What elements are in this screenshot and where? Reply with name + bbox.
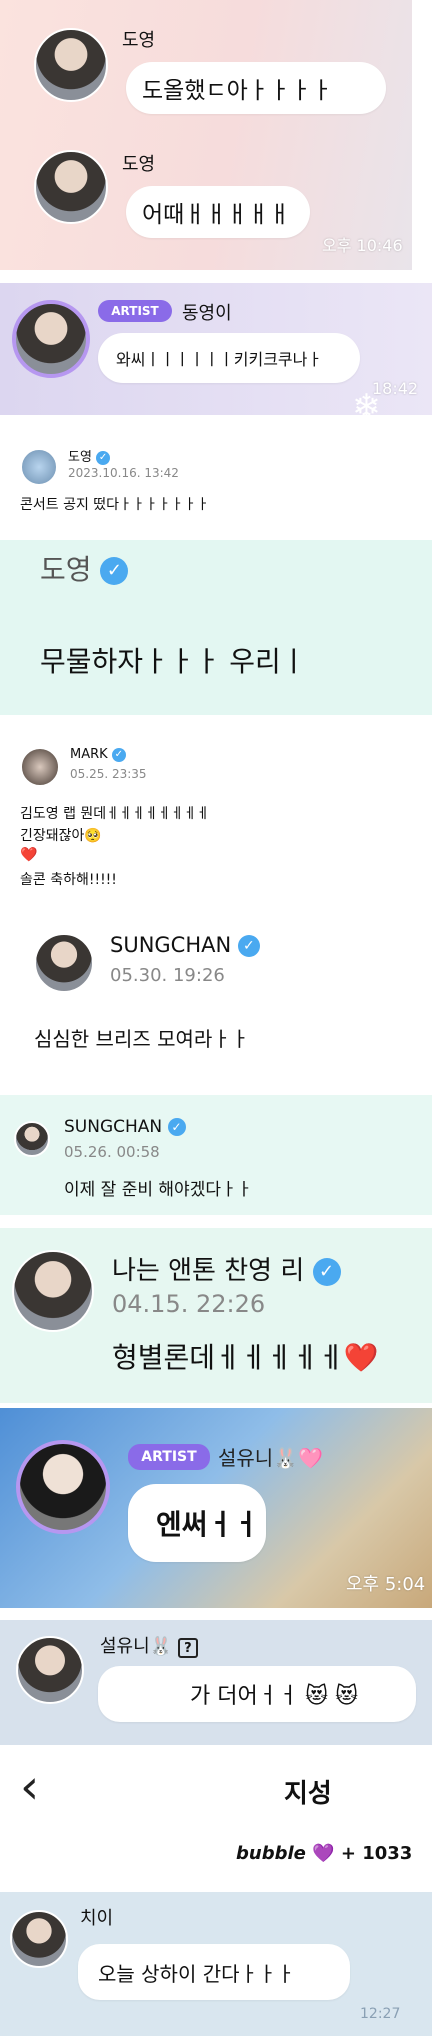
- post-panel-doyoung-big: 도영 ✓ 무물하자ㅏㅏㅏ 우리ㅣ: [0, 540, 432, 715]
- sender-name: 도영: [122, 154, 156, 175]
- avatar[interactable]: [34, 150, 108, 224]
- sender-name: 도영 ✓: [40, 548, 129, 588]
- post-date: 05.25. 23:35: [70, 767, 147, 781]
- post-panel-sungchan-1: SUNGCHAN ✓ 05.30. 19:26 심심한 브리즈 모여라ㅏㅏ: [0, 905, 432, 1085]
- message-bubble: 엔써ㅓㅓ: [128, 1484, 266, 1562]
- chat-header-jisung: ‹ 지성 bubble 💜 + 1033: [0, 1755, 432, 1885]
- message-text: 오늘 상하이 간다ㅏㅏㅏ: [98, 1961, 295, 1986]
- post-line: ❤️: [20, 847, 38, 863]
- message-text: 도올했ㄷ아ㅏㅏㅏㅏ: [142, 78, 333, 104]
- message-bubble: 어때ㅐㅐㅐㅐㅐ: [126, 186, 310, 238]
- chat-panel-artist-dongyoung: ARTIST 동영이 와씨ㅣㅣㅣㅣㅣㅣ키키크쿠나ㅏ 18:42 ❄: [0, 283, 432, 415]
- sender-name: 설유니🐰🩷: [218, 1442, 323, 1471]
- verified-icon: ✓: [111, 747, 126, 762]
- sender-name: 치이: [80, 1908, 114, 1929]
- post-panel-doyoung: 도영 ✓ 2023.10.16. 13:42 콘서트 공지 떴다ㅏㅏㅏㅏㅏㅏㅏ: [0, 428, 432, 528]
- sender-name-text: 도영: [68, 450, 92, 465]
- avatar[interactable]: [12, 1250, 94, 1332]
- sender-name-text: 설유니: [218, 1446, 274, 1470]
- sender-name: 도영: [122, 30, 156, 51]
- bubble-subscription[interactable]: bubble 💜 + 1033: [236, 1843, 412, 1864]
- message-text: 와씨ㅣㅣㅣㅣㅣㅣ키키크쿠나ㅏ: [116, 350, 323, 369]
- avatar[interactable]: [16, 1440, 110, 1534]
- sender-name-text: SUNGCHAN: [110, 933, 232, 957]
- heart-icon: ❤️: [343, 1341, 379, 1374]
- bunny-icon: 🐰: [149, 1636, 173, 1657]
- heart-icon: 💜: [312, 1843, 335, 1864]
- post-text: 심심한 브리즈 모여라ㅏㅏ: [34, 1027, 250, 1051]
- verified-icon: ✓: [167, 1118, 186, 1136]
- message-time: 12:27: [360, 2006, 401, 2022]
- verified-icon: ✓: [96, 450, 111, 465]
- sender-name: 동영이: [182, 303, 232, 324]
- post-line: 솔콘 축하해!!!!!: [20, 872, 117, 888]
- artist-badge: ARTIST: [128, 1444, 210, 1470]
- post-date: 04.15. 22:26: [112, 1290, 266, 1318]
- sender-name: MARK ✓: [70, 747, 126, 762]
- question-icon: ?: [177, 1638, 198, 1658]
- artist-badge: ARTIST: [98, 300, 172, 322]
- chat-panel-chii: 치이 오늘 상하이 간다ㅏㅏㅏ 12:27: [0, 1892, 432, 2036]
- post-date: 05.30. 19:26: [110, 965, 225, 986]
- avatar[interactable]: [34, 28, 108, 102]
- sender-name: 도영 ✓: [68, 446, 111, 465]
- sender-name: SUNGCHAN ✓: [110, 933, 260, 957]
- verified-icon: ✓: [312, 1257, 341, 1286]
- avatar[interactable]: [20, 747, 60, 787]
- message-bubble: 도올했ㄷ아ㅏㅏㅏㅏ: [126, 62, 386, 114]
- chat-panel-doyoung-1: 도영 도올했ㄷ아ㅏㅏㅏㅏ 도영 어때ㅐㅐㅐㅐㅐ 오후 10:46: [0, 0, 412, 270]
- avatar[interactable]: [20, 448, 58, 486]
- message-bubble: 와씨ㅣㅣㅣㅣㅣㅣ키키크쿠나ㅏ: [98, 333, 360, 383]
- post-line: 김도영 랩 뭔데ㅔㅔㅔㅔㅔㅔㅔㅔ: [20, 806, 210, 822]
- post-panel-chanyoung: 나는 앤톤 찬영 리 ✓ 04.15. 22:26 형별론데ㅔㅔㅔㅔㅔ❤️: [0, 1228, 432, 1403]
- snowflake-icon: ❄: [352, 387, 381, 415]
- subscription-count: + 1033: [340, 1843, 413, 1864]
- sender-name-text: SUNGCHAN: [64, 1117, 163, 1137]
- back-button[interactable]: ‹: [20, 1763, 39, 1811]
- message-time: 오후 5:04: [346, 1574, 426, 1595]
- post-panel-mark: MARK ✓ 05.25. 23:35 김도영 랩 뭔데ㅔㅔㅔㅔㅔㅔㅔㅔ 긴장돼…: [0, 725, 432, 900]
- post-text: 무물하자ㅏㅏㅏ 우리ㅣ: [40, 645, 307, 678]
- post-date: 05.26. 00:58: [64, 1143, 160, 1161]
- post-line: 긴장돼잖아🥺: [20, 828, 102, 844]
- sender-name-text: 도영: [40, 553, 92, 586]
- post-text: 형별론데ㅔㅔㅔㅔㅔ❤️: [112, 1336, 379, 1376]
- bunny-heart-icon: 🐰🩷: [273, 1446, 324, 1470]
- chat-panel-seolyuni: 설유니🐰 ? 가 더어ㅓㅓ 😻 😻: [0, 1620, 432, 1745]
- message-text: 어때ㅐㅐㅐㅐㅐ: [142, 202, 291, 228]
- sender-name: SUNGCHAN ✓: [64, 1117, 186, 1137]
- post-text: 이제 잘 준비 해야겠다ㅏㅏ: [64, 1180, 253, 1200]
- post-panel-sungchan-2: SUNGCHAN ✓ 05.26. 00:58 이제 잘 준비 해야겠다ㅏㅏ: [0, 1095, 432, 1215]
- post-text: 콘서트 공지 떴다ㅏㅏㅏㅏㅏㅏㅏ: [20, 497, 210, 513]
- avatar[interactable]: [34, 933, 94, 993]
- message-bubble: 가 더어ㅓㅓ 😻 😻: [98, 1666, 416, 1722]
- post-date: 2023.10.16. 13:42: [68, 466, 179, 480]
- sender-name-text: 설유니: [100, 1636, 150, 1657]
- message-text: 엔써ㅓㅓ: [156, 1508, 260, 1541]
- chat-title: 지성: [284, 1779, 332, 1809]
- chat-panel-artist-seolyuni: ARTIST 설유니🐰🩷 엔써ㅓㅓ 오후 5:04: [0, 1408, 432, 1608]
- avatar[interactable]: [10, 1910, 68, 1968]
- message-text: 가 더어ㅓㅓ 😻 😻: [190, 1684, 359, 1709]
- sender-name: 설유니🐰 ?: [100, 1632, 198, 1658]
- avatar[interactable]: [12, 300, 90, 378]
- bubble-brand: bubble: [236, 1843, 306, 1864]
- sender-name-text: MARK: [70, 747, 108, 762]
- verified-icon: ✓: [237, 935, 260, 957]
- verified-icon: ✓: [100, 557, 129, 585]
- message-bubble: 오늘 상하이 간다ㅏㅏㅏ: [78, 1944, 350, 2000]
- avatar[interactable]: [16, 1636, 84, 1704]
- sender-name-text: 나는 앤톤 찬영 리: [112, 1256, 305, 1286]
- post-text-body: 형별론데ㅔㅔㅔㅔㅔ: [112, 1341, 344, 1374]
- message-time: 오후 10:46: [322, 236, 403, 255]
- avatar[interactable]: [14, 1121, 50, 1157]
- sender-name: 나는 앤톤 찬영 리 ✓: [112, 1250, 341, 1287]
